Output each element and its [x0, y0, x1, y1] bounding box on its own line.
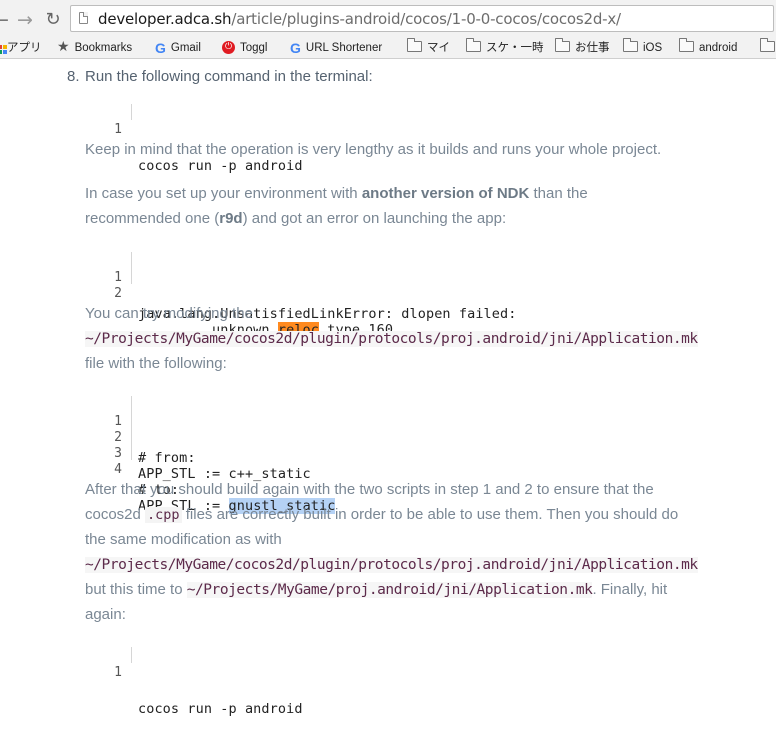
bookmark-label: URL Shortener: [305, 42, 383, 55]
bookmark-label: マイ: [427, 42, 450, 54]
bookmark-label: android: [699, 42, 738, 54]
step-number: 8.: [67, 68, 80, 85]
bookmark-label: アプリ: [7, 42, 42, 54]
forward-arrow-icon[interactable]: →: [14, 9, 36, 31]
bookmarks-bar: アプリ ★ Bookmarks G Gmail ⏻ Toggl G URL Shorte…: [0, 38, 776, 59]
address-bar[interactable]: developer.adca.sh/article/plugins-androi…: [70, 5, 774, 32]
gutter-divider: [131, 396, 132, 412]
google-icon: G: [155, 40, 166, 56]
file-path-code: ~/Projects/MyGame/cocos2d/plugin/protoco…: [85, 557, 698, 573]
code-line: 1 # from:: [100, 396, 195, 466]
line-number: 2: [114, 286, 122, 301]
code-block-error: 1 java.lang.UnsatisfiedLinkError: dlopen…: [100, 252, 516, 338]
gutter-divider: [131, 104, 132, 120]
paragraph-again: again:: [85, 606, 126, 623]
paragraph-env-line1: In case you set up your environment with…: [85, 181, 588, 206]
reload-icon[interactable]: ↻: [42, 9, 64, 31]
url-host: developer.adca.sh: [98, 10, 232, 28]
code-block-app-stl: 1 # from: 2 APP_STL := c++_static 3 # to…: [100, 396, 336, 514]
line-number: 1: [114, 122, 122, 137]
bold-text: another version of NDK: [361, 185, 530, 202]
bookmark-folder-my[interactable]: マイ: [407, 38, 450, 56]
line-number: 1: [114, 665, 122, 680]
star-icon: ★: [57, 39, 70, 55]
code-text: # from:: [138, 450, 196, 466]
bookmark-apps[interactable]: アプリ: [0, 40, 42, 56]
gutter-divider: [131, 252, 132, 268]
code-block-run-again: 1 cocos run -p android: [100, 647, 302, 717]
inline-code-cpp: .cpp: [145, 507, 182, 523]
paragraph-after-line3: the same modification as with: [85, 531, 282, 548]
bookmark-label: Gmail: [170, 42, 201, 55]
code-text: cocos run -p android: [138, 701, 303, 717]
bookmark-folder-schedule[interactable]: スケ・一時: [466, 38, 544, 56]
page-icon: [79, 12, 88, 24]
text: files are correctly built in order to be…: [181, 506, 679, 523]
text: ) and got an error on launching the app:: [242, 210, 507, 227]
text: recommended one (: [85, 210, 220, 227]
bookmark-url-shortener[interactable]: G URL Shortener: [290, 40, 382, 56]
paragraph-try: You can try modifying the: [85, 305, 253, 322]
gutter-divider: [131, 444, 132, 460]
google-icon: G: [290, 40, 301, 56]
gutter-divider: [131, 428, 132, 444]
bookmark-label: お仕事: [575, 42, 610, 54]
bookmark-folder-work[interactable]: お仕事: [555, 38, 610, 56]
code-line: 1 cocos run -p android: [100, 104, 302, 174]
paragraph-after-line2: cocos2d .cpp files are correctly built i…: [85, 502, 678, 528]
paragraph-lengthy: Keep in mind that the operation is very …: [85, 141, 662, 158]
folder-icon: [466, 38, 481, 53]
text: In case you set up your environment with: [85, 185, 362, 202]
bookmark-label: スケ・一時: [486, 42, 544, 54]
code-line: 1 java.lang.UnsatisfiedLinkError: dlopen…: [100, 252, 516, 322]
text: cocos2d: [85, 506, 146, 523]
step-text: Run the following command in the termina…: [85, 68, 373, 85]
bookmark-toggl[interactable]: ⏻ Toggl: [222, 40, 268, 56]
paragraph-path: ~/Projects/MyGame/cocos2d/plugin/protoco…: [85, 326, 698, 352]
article-content: 8. Run the following command in the term…: [0, 59, 776, 717]
apps-grid-icon: [0, 44, 2, 49]
gutter-divider: [131, 647, 132, 663]
bookmark-label: Toggl: [240, 42, 268, 54]
code-line: 3 # to:: [100, 428, 179, 498]
text: . Finally, hit: [592, 581, 668, 598]
text: but this time to: [85, 581, 187, 598]
bookmark-folder-ios[interactable]: iOS: [623, 38, 663, 56]
folder-icon: [555, 38, 570, 53]
gutter-divider: [131, 268, 132, 284]
code-line: 2 unknown reloc type 160: [100, 268, 393, 338]
paragraph-with: file with the following:: [85, 355, 227, 372]
code-line: 2 APP_STL := c++_static: [100, 412, 311, 482]
gutter-divider: [131, 412, 132, 428]
bookmark-folder-android[interactable]: android: [679, 38, 738, 56]
back-arrow-icon[interactable]: ←: [0, 9, 12, 31]
code-block-run: 1 cocos run -p android: [100, 104, 302, 174]
folder-icon: [679, 38, 694, 53]
folder-icon: [407, 38, 422, 53]
folder-icon: [760, 38, 775, 53]
line-number: 4: [114, 462, 122, 477]
toggl-icon: ⏻: [222, 41, 235, 55]
paragraph-after-line1: After that you should build again with t…: [85, 481, 654, 498]
url-text[interactable]: developer.adca.sh/article/plugins-androi…: [98, 10, 621, 28]
bookmark-label: Bookmarks: [74, 42, 133, 55]
code-line: 1 cocos run -p android: [100, 647, 302, 717]
bookmark-label: iOS: [643, 42, 663, 54]
browser-toolbar: ← → ↻ developer.adca.sh/article/plugins-…: [0, 0, 776, 38]
text: than the: [529, 185, 588, 202]
url-path: /article/plugins-android/cocos/1-0-0-coc…: [231, 10, 621, 28]
folder-icon: [623, 38, 638, 53]
paragraph-path-2: ~/Projects/MyGame/cocos2d/plugin/protoco…: [85, 552, 698, 578]
file-path-code: ~/Projects/MyGame/proj.android/jni/Appli…: [186, 582, 593, 598]
bookmark-bookmarks[interactable]: ★ Bookmarks: [57, 39, 133, 56]
code-line: 4 APP_STL := gnustl_static: [100, 444, 336, 514]
paragraph-but: but this time to ~/Projects/MyGame/proj.…: [85, 577, 667, 603]
bookmark-gmail[interactable]: G Gmail: [155, 40, 201, 56]
paragraph-env-line2: recommended one (r9d) and got an error o…: [85, 206, 506, 231]
bold-text: r9d: [219, 210, 243, 227]
bookmark-folder-overflow[interactable]: [760, 38, 776, 56]
file-path-code: ~/Projects/MyGame/cocos2d/plugin/protoco…: [85, 331, 698, 347]
